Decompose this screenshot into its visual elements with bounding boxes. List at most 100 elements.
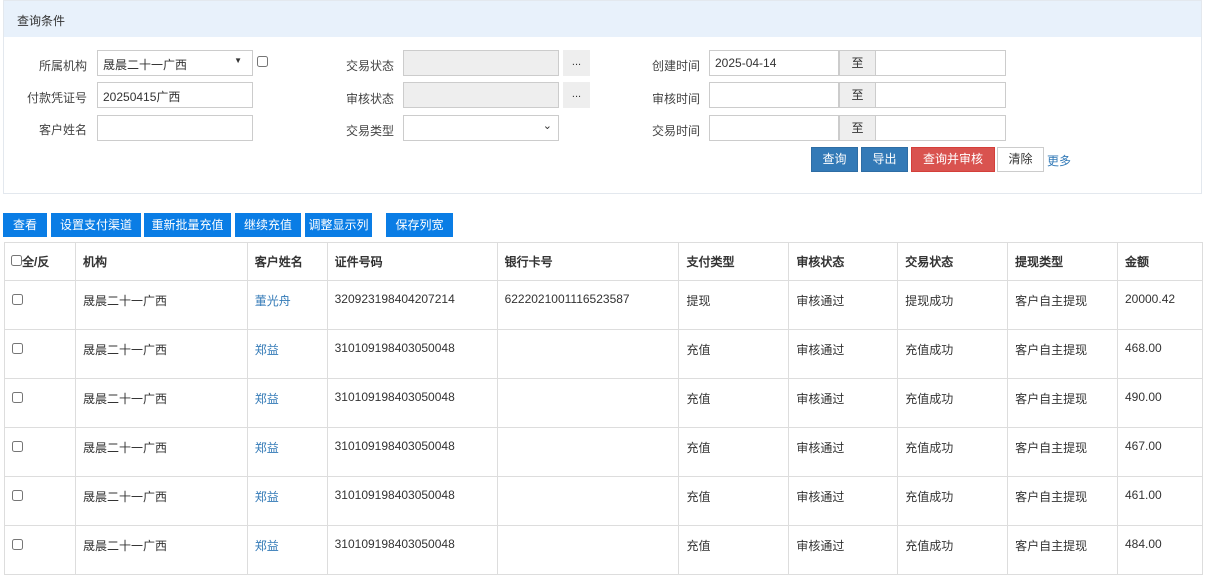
- customer-input[interactable]: [97, 115, 253, 141]
- voucher-label: 付款凭证号: [26, 91, 87, 105]
- table-cell: 晟晨二十一广西: [74, 378, 248, 428]
- trade-time-from[interactable]: [709, 115, 839, 141]
- col-header[interactable]: 银行卡号: [496, 242, 680, 281]
- trade-status-picker-button[interactable]: ...: [563, 50, 590, 76]
- create-time-from[interactable]: 2025-04-14: [709, 50, 839, 76]
- audit-time-from[interactable]: [709, 82, 839, 108]
- table-cell: 晟晨二十一广西: [74, 427, 248, 477]
- row-select-cell[interactable]: [4, 476, 76, 526]
- row-checkbox[interactable]: [12, 490, 23, 501]
- customer-name-link[interactable]: 董光舟: [246, 280, 328, 330]
- trade-time-label: 交易时间: [651, 124, 700, 138]
- col-header[interactable]: 客户姓名: [246, 242, 328, 281]
- table-cell: 310109198403050048: [326, 378, 498, 428]
- adjust-columns-button[interactable]: 调整显示列: [305, 213, 372, 237]
- table-cell: 客户自主提现: [1007, 378, 1118, 428]
- set-payment-channel-button[interactable]: 设置支付渠道: [51, 213, 141, 237]
- table-cell: 充值: [678, 427, 790, 477]
- table-cell: 充值成功: [897, 476, 1009, 526]
- row-checkbox[interactable]: [12, 539, 23, 550]
- caret-down-icon: ▼: [234, 56, 242, 65]
- customer-name-link[interactable]: 郑益: [246, 427, 328, 477]
- table-cell: 审核通过: [788, 329, 899, 379]
- audit-status-label: 审核状态: [345, 92, 394, 106]
- org-include-checkbox[interactable]: [257, 56, 268, 67]
- select-all-header[interactable]: 全/反: [4, 242, 76, 281]
- batch-recharge-button[interactable]: 重新批量充值: [144, 213, 231, 237]
- table-row[interactable]: 晟晨二十一广西 郑益 310109198403050048 充值 审核通过 充值成功 客户自…: [4, 329, 1204, 379]
- table-row[interactable]: 晟晨二十一广西 郑益 310109198403050048 充值 审核通过 充值成功 客户自…: [4, 525, 1204, 575]
- table-row[interactable]: 晟晨二十一广西 董光舟 320923198404207214 622202100111…: [4, 280, 1204, 330]
- row-checkbox[interactable]: [12, 392, 23, 403]
- row-select-cell[interactable]: [4, 280, 76, 330]
- voucher-input[interactable]: 20250415广西: [97, 82, 253, 108]
- select-all-label: 全/反: [22, 255, 50, 269]
- table-cell: [496, 525, 680, 575]
- row-select-cell[interactable]: [4, 329, 76, 379]
- query-button[interactable]: 查询: [811, 147, 858, 172]
- audit-status-picker-button[interactable]: ...: [563, 82, 590, 108]
- customer-name-link[interactable]: 郑益: [246, 329, 328, 379]
- trade-status-input[interactable]: [403, 50, 559, 76]
- clear-button[interactable]: 清除: [997, 147, 1044, 172]
- col-header[interactable]: 支付类型: [678, 242, 790, 281]
- trade-type-select[interactable]: ⌄: [403, 115, 559, 141]
- table-cell: 461.00: [1116, 476, 1204, 526]
- export-button[interactable]: 导出: [861, 147, 908, 172]
- col-header[interactable]: 机构: [74, 242, 248, 281]
- row-select-cell[interactable]: [4, 378, 76, 428]
- view-button[interactable]: 查看: [3, 213, 47, 237]
- table-cell: 充值: [678, 476, 790, 526]
- row-checkbox[interactable]: [12, 294, 23, 305]
- table-cell: [496, 476, 680, 526]
- chevron-down-icon: ⌄: [542, 120, 552, 132]
- table-cell: [496, 378, 680, 428]
- table-cell: 审核通过: [788, 525, 899, 575]
- customer-name-link[interactable]: 郑益: [246, 476, 328, 526]
- select-all-checkbox[interactable]: [11, 255, 22, 266]
- table-cell: 467.00: [1116, 427, 1204, 477]
- table-cell: 490.00: [1116, 378, 1204, 428]
- table-cell: 充值: [678, 525, 790, 575]
- table-cell: [496, 427, 680, 477]
- trade-time-to[interactable]: [875, 115, 1006, 141]
- create-time-to[interactable]: [875, 50, 1006, 76]
- table-cell: 客户自主提现: [1007, 280, 1118, 330]
- table-cell: 310109198403050048: [326, 525, 498, 575]
- save-column-width-button[interactable]: 保存列宽: [386, 213, 453, 237]
- more-link[interactable]: 更多: [1047, 152, 1071, 169]
- col-header[interactable]: 证件号码: [326, 242, 498, 281]
- trade-status-label: 交易状态: [345, 59, 394, 73]
- audit-time-to-label: 至: [839, 82, 876, 108]
- table-cell: 充值成功: [897, 525, 1009, 575]
- table-cell: 468.00: [1116, 329, 1204, 379]
- table-cell: 充值成功: [897, 378, 1009, 428]
- row-checkbox[interactable]: [12, 441, 23, 452]
- continue-recharge-button[interactable]: 继续充值: [235, 213, 301, 237]
- org-value: 晟晨二十一广西: [103, 58, 188, 72]
- audit-time-to[interactable]: [875, 82, 1006, 108]
- col-header[interactable]: 审核状态: [788, 242, 899, 281]
- customer-name-link[interactable]: 郑益: [246, 525, 328, 575]
- org-select[interactable]: 晟晨二十一广西 ▼: [97, 50, 253, 76]
- table-cell: 310109198403050048: [326, 329, 498, 379]
- row-select-cell[interactable]: [4, 427, 76, 477]
- customer-name-link[interactable]: 郑益: [246, 378, 328, 428]
- table-cell: 充值: [678, 329, 790, 379]
- table-row[interactable]: 晟晨二十一广西 郑益 310109198403050048 充值 审核通过 充值成功 客户自…: [4, 427, 1204, 477]
- panel-title: 查询条件: [4, 1, 1201, 37]
- table-row[interactable]: 晟晨二十一广西 郑益 310109198403050048 充值 审核通过 充值成功 客户自…: [4, 476, 1204, 526]
- query-audit-button[interactable]: 查询并审核: [911, 147, 995, 172]
- col-header[interactable]: 金额: [1116, 242, 1204, 281]
- row-checkbox[interactable]: [12, 343, 23, 354]
- col-header[interactable]: 提现类型: [1007, 242, 1118, 281]
- row-select-cell[interactable]: [4, 525, 76, 575]
- table-row[interactable]: 晟晨二十一广西 郑益 310109198403050048 充值 审核通过 充值成功 客户自…: [4, 378, 1204, 428]
- table-cell: 6222021001116523587: [496, 280, 680, 330]
- table-cell: 提现成功: [897, 280, 1009, 330]
- audit-status-input[interactable]: [403, 82, 559, 108]
- table-cell: 充值成功: [897, 329, 1009, 379]
- col-header[interactable]: 交易状态: [897, 242, 1009, 281]
- table-cell: 310109198403050048: [326, 476, 498, 526]
- table-cell: 充值成功: [897, 427, 1009, 477]
